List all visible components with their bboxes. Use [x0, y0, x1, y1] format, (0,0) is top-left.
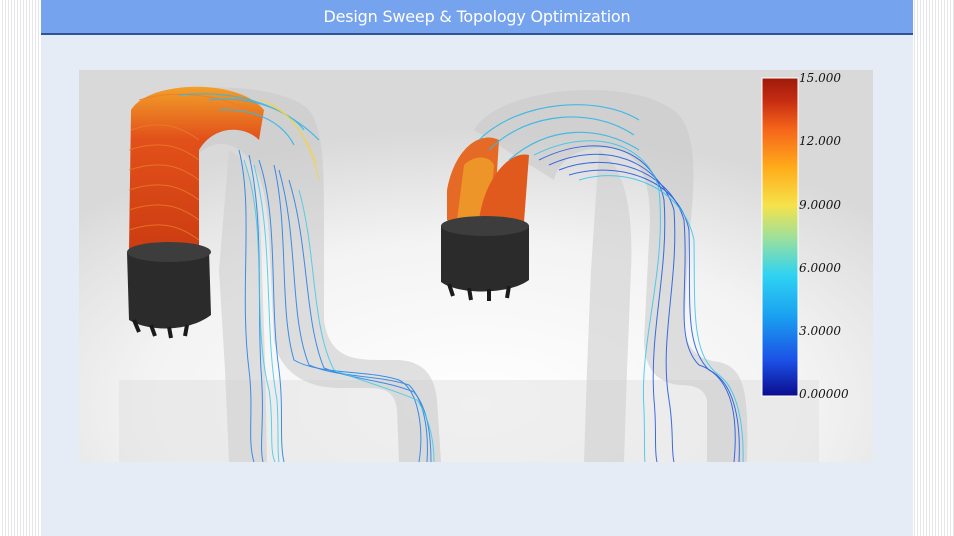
cfd-streamline-image: 15.000 12.000 9.0000 6.0000 3.0000 0.000… [79, 70, 873, 462]
colorbar-tick-label: 6.0000 [799, 261, 841, 275]
slide: Design Sweep & Topology Optimization 15.… [41, 0, 913, 536]
colorbar-tick-label: 0.00000 [799, 387, 849, 401]
colorbar-tick-label: 3.0000 [799, 324, 841, 338]
colorbar-tick-label: 15.000 [799, 71, 841, 85]
title-bar: Design Sweep & Topology Optimization [41, 0, 913, 35]
velocity-colorbar [761, 77, 799, 397]
colorbar-tick-label: 12.000 [799, 134, 841, 148]
colorbar-tick-label: 9.0000 [799, 198, 841, 212]
cfd-render [79, 70, 873, 462]
slide-title: Design Sweep & Topology Optimization [323, 7, 631, 26]
